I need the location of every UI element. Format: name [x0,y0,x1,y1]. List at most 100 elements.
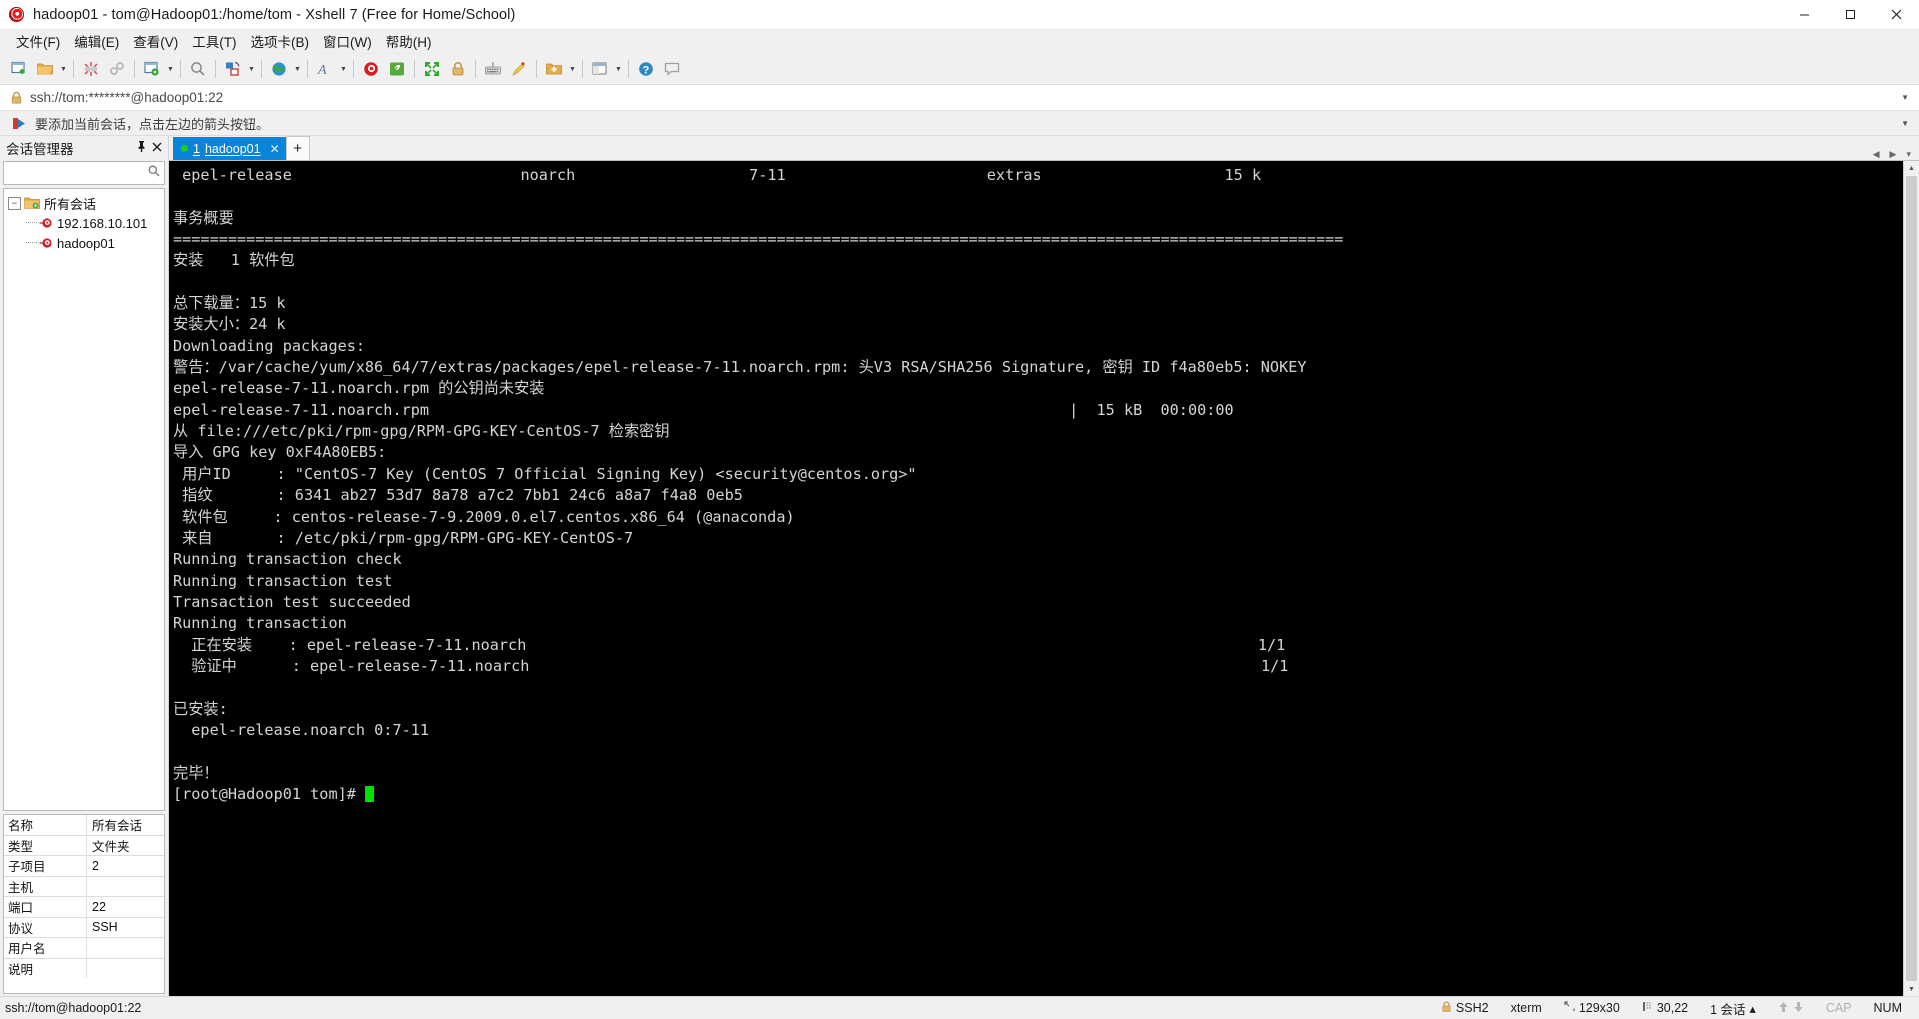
tab-scroll-right-icon[interactable]: ▶ [1890,149,1897,160]
toolbar-separator [414,60,415,78]
menu-edit[interactable]: 编辑(E) [67,29,126,54]
maximize-button[interactable] [1827,0,1873,29]
tree-item-hadoop01[interactable]: hadoop01 [4,233,164,253]
status-connection: ssh://tom@hadoop01:22 [5,1001,142,1015]
menu-tabs[interactable]: 选项卡(B) [244,29,317,54]
add-to-folder-dropdown-icon[interactable]: ▼ [567,57,578,81]
pin-icon[interactable] [136,139,147,157]
property-row: 主机 [4,876,164,897]
scroll-up-icon[interactable]: ▲ [1908,161,1915,175]
menu-window[interactable]: 窗口(W) [316,29,379,54]
minimize-button[interactable] [1781,0,1827,29]
address-value: ssh://tom:********@hadoop01:22 [30,90,224,105]
menu-tools[interactable]: 工具(T) [185,29,243,54]
status-term-type: xterm [1510,1001,1542,1015]
keyboard-icon[interactable] [481,57,505,81]
add-to-folder-icon[interactable] [542,57,566,81]
terminal-line: 事务概要 [173,208,234,227]
session-properties-icon[interactable] [140,57,164,81]
tree-root-all-sessions[interactable]: − 所有会话 [4,193,164,213]
status-size-cell: 129x30 [1553,1001,1631,1015]
chevron-down-icon[interactable]: ▼ [1901,93,1909,102]
session-manager-header: 会话管理器 [0,136,168,160]
scroll-down-icon[interactable]: ▼ [1908,982,1915,996]
disconnect-icon[interactable] [79,57,103,81]
terminal-line: Transaction test succeeded [173,592,411,611]
new-tab-button[interactable]: + [285,136,310,160]
tree-item-192-168-10-101[interactable]: 192.168.10.101 [4,213,164,233]
session-manager-title: 会话管理器 [6,142,74,157]
property-value: 2 [92,858,99,873]
xftp-icon[interactable] [385,57,409,81]
font-dropdown-icon[interactable]: ▼ [338,57,349,81]
menu-bar: 文件(F) 编辑(E) 查看(V) 工具(T) 选项卡(B) 窗口(W) 帮助(… [0,30,1919,54]
toolbar-separator [180,60,181,78]
collapse-icon[interactable]: − [8,196,21,210]
download-icon [1793,1001,1804,1016]
scrollbar-thumb[interactable] [1906,176,1917,981]
transfer-dropdown-icon[interactable]: ▼ [246,57,257,81]
terminal-scrollbar[interactable]: ▲ ▼ [1903,161,1919,996]
comment-icon[interactable] [660,57,684,81]
lock-icon[interactable] [446,57,470,81]
menu-view[interactable]: 查看(V) [126,29,185,54]
session-icon [39,217,53,230]
terminal-line: 来自 : /etc/pki/rpm-gpg/RPM-GPG-KEY-CentOS… [173,528,634,547]
tab-close-icon[interactable]: ✕ [270,142,280,156]
body-row: 会话管理器 − 所有会话 192.168.10.101 hadoop01 名称 … [0,136,1919,996]
close-button[interactable] [1873,0,1919,29]
transfer-icon[interactable] [221,57,245,81]
terminal-line: 已安装: [173,699,228,718]
toolbar-separator [307,60,308,78]
session-tree[interactable]: − 所有会话 192.168.10.101 hadoop01 [3,188,165,811]
find-icon[interactable] [186,57,210,81]
status-sessions-cell[interactable]: 1 会话 ▴ [1699,999,1767,1018]
tree-item-label: hadoop01 [57,235,115,251]
xshell-icon[interactable] [359,57,383,81]
link-icon[interactable] [105,57,129,81]
tab-hadoop01[interactable]: 1 hadoop01 ✕ [173,137,286,160]
terminal-line: Downloading packages: [173,336,366,355]
open-folder-dropdown-icon[interactable]: ▼ [58,57,69,81]
open-folder-icon[interactable] [33,57,57,81]
new-session-icon[interactable] [7,57,31,81]
tab-list-menu-icon[interactable]: ▾ [1906,149,1911,160]
property-value: 文件夹 [92,839,130,854]
terminal-output[interactable]: epel-release noarch 7-11 extras 15 k 事务概要… [169,161,1903,996]
menu-help[interactable]: 帮助(H) [379,29,439,54]
chevron-down-icon[interactable]: ▼ [1901,119,1909,128]
font-icon[interactable]: A [313,57,337,81]
menu-file[interactable]: 文件(F) [9,29,67,54]
terminal-line: 验证中 : epel-release-7-11.noarch 1/1 [173,656,1289,675]
layout-dropdown-icon[interactable]: ▼ [613,57,624,81]
xshell-window: hadoop01 - tom@Hadoop01:/home/tom - Xshe… [0,0,1919,1019]
address-bar[interactable]: ssh://tom:********@hadoop01:22 ▼ [0,85,1919,111]
status-cursor-pos: 30,22 [1656,1001,1689,1015]
close-icon[interactable] [152,139,162,157]
session-properties-dropdown-icon[interactable]: ▼ [165,57,176,81]
property-row: 子项目 2 [4,856,164,877]
tree-root-label: 所有会话 [44,196,97,212]
terminal-line: 警告：/var/cache/yum/x86_64/7/extras/packag… [173,358,1307,377]
toolbar-separator [73,60,74,78]
search-icon[interactable] [147,164,161,183]
cursor-pos-icon [1642,1001,1653,1015]
highlighter-icon[interactable] [507,57,531,81]
window-controls [1781,0,1919,29]
tab-scroll-left-icon[interactable]: ◀ [1873,149,1880,160]
toolbar-separator [536,60,537,78]
chevron-up-icon[interactable]: ▴ [1750,1001,1756,1016]
terminal-line: 用户ID : "CentOS-7 Key (CentOS 7 Official … [173,464,917,483]
terminal-prompt-line[interactable]: [root@Hadoop01 tom]# [173,784,1903,805]
toolbar-separator [134,60,135,78]
layout-icon[interactable] [588,57,612,81]
globe-dropdown-icon[interactable]: ▼ [292,57,303,81]
globe-icon[interactable] [267,57,291,81]
session-search-box[interactable] [3,161,165,185]
help-icon[interactable]: ? [634,57,658,81]
property-value [87,959,164,979]
fullscreen-icon[interactable] [420,57,444,81]
terminal-line: 从 file:///etc/pki/rpm-gpg/RPM-GPG-KEY-Ce… [173,422,670,441]
terminal-line: epel-release.noarch 0:7-11 [173,720,430,739]
